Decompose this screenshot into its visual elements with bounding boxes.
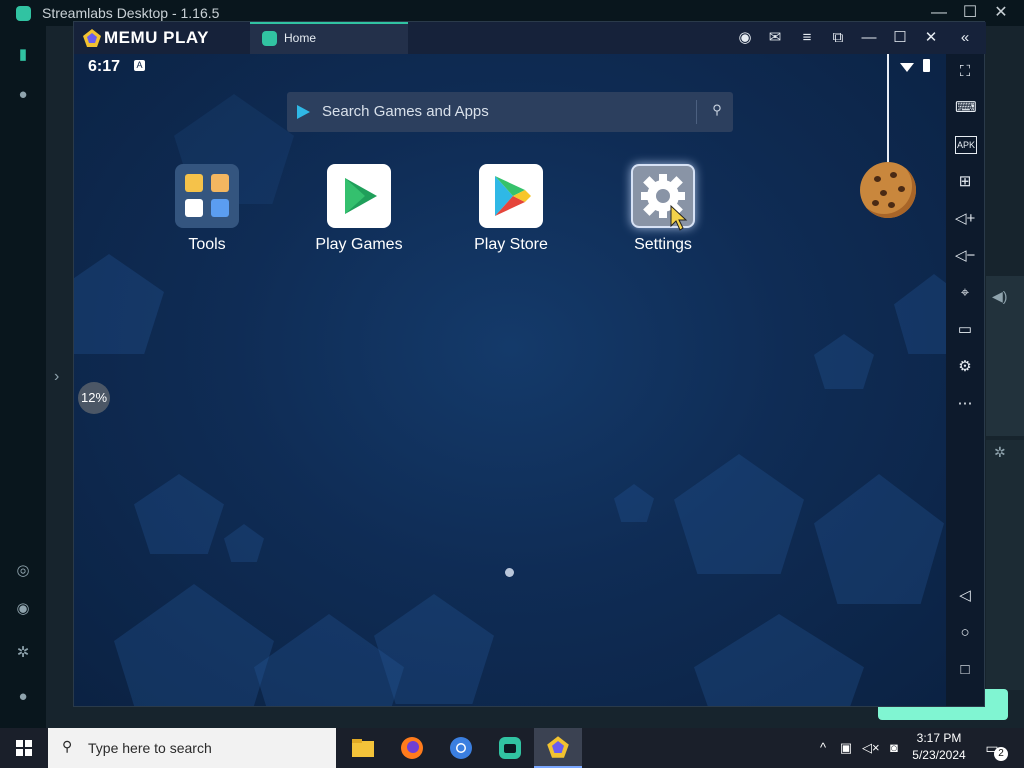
- app-settings[interactable]: Settings: [603, 164, 723, 264]
- memu-titlebar: MEMU PLAY Home ◉ ✉ ≡ ⧉ — ☐ ✕ «: [74, 22, 986, 54]
- tools-folder-icon: [175, 164, 239, 228]
- volume-up-icon[interactable]: ◁+: [955, 209, 975, 229]
- app-play-store[interactable]: Play Store: [451, 164, 571, 264]
- close-icon[interactable]: ✕: [920, 28, 942, 50]
- home-icon[interactable]: ○: [955, 623, 975, 643]
- tab-home[interactable]: Home: [250, 22, 408, 54]
- clock-date: 5/23/2024: [912, 748, 966, 762]
- more-icon[interactable]: ⋯: [955, 394, 975, 414]
- firefox-icon[interactable]: [396, 732, 428, 764]
- account-icon[interactable]: ◉: [734, 28, 756, 50]
- volume-down-icon[interactable]: ◁−: [955, 246, 975, 266]
- meet-now-icon[interactable]: ◙: [886, 740, 902, 756]
- search-icon[interactable]: ⚲: [709, 102, 725, 118]
- volume-muted-icon[interactable]: ◁×: [862, 740, 880, 756]
- status-badge: A: [134, 60, 145, 71]
- memu-side-toolbar: ⛶ ⌨ APK ⊞ ◁+ ◁− ⌖ ▭ ⚙ ⋯ ◁ ○ □: [946, 54, 984, 706]
- streamlabs-close-button[interactable]: ✕: [986, 2, 1016, 24]
- taskbar-search-input[interactable]: Type here to search: [88, 740, 212, 756]
- editor-icon[interactable]: ▮: [14, 46, 32, 64]
- taskbar-clock[interactable]: 3:17 PM 5/23/2024: [904, 730, 974, 764]
- taskbar-search[interactable]: ⚲ Type here to search: [48, 728, 336, 768]
- streamlabs-title: Streamlabs Desktop - 1.16.5: [42, 5, 220, 21]
- apk-icon[interactable]: APK: [955, 136, 977, 154]
- app-tools[interactable]: Tools: [147, 164, 267, 264]
- collapse-icon[interactable]: «: [954, 28, 976, 50]
- panel-settings-icon[interactable]: ✲: [994, 444, 1006, 461]
- recents-icon[interactable]: □: [955, 660, 975, 680]
- multi-window-icon[interactable]: ⧉: [827, 28, 849, 50]
- page-indicator: [505, 568, 514, 577]
- expand-chevron-icon[interactable]: ›: [54, 368, 59, 386]
- app-play-games[interactable]: Play Games: [299, 164, 419, 264]
- app-play-games-label: Play Games: [315, 236, 403, 253]
- chrome-icon[interactable]: [445, 732, 477, 764]
- fullscreen-icon[interactable]: ⛶: [955, 62, 975, 82]
- app-tools-label: Tools: [188, 236, 226, 253]
- settings-gear-icon[interactable]: ✲: [14, 644, 32, 662]
- memu-taskbar-button[interactable]: [534, 728, 582, 768]
- tab-home-label: Home: [284, 31, 317, 45]
- tray-expand-icon[interactable]: ^: [815, 740, 831, 756]
- profile-icon[interactable]: ●: [14, 688, 32, 706]
- memu-taskbar-icon: [547, 736, 569, 758]
- status-time: 6:17: [88, 58, 121, 75]
- clock-time: 3:17 PM: [916, 731, 962, 745]
- settings-icon[interactable]: ⚙: [955, 357, 975, 377]
- app-settings-label: Settings: [634, 236, 692, 253]
- network-icon[interactable]: ▣: [838, 740, 854, 756]
- play-games-icon: [327, 164, 391, 228]
- themes-icon[interactable]: ◉: [14, 600, 32, 618]
- minimize-icon[interactable]: —: [858, 28, 880, 50]
- search-divider: [696, 100, 697, 124]
- home-tab-icon: [262, 31, 277, 46]
- wifi-icon: [900, 63, 914, 72]
- loading-progress: 12%: [78, 382, 110, 414]
- streamlabs-taskbar-icon[interactable]: [494, 732, 526, 764]
- battery-icon: [923, 59, 930, 72]
- menu-icon[interactable]: ≡: [796, 28, 818, 50]
- streamlabs-sidebar: ▮ ● ◎ ◉ ✲ ●: [0, 26, 46, 728]
- location-icon[interactable]: ⌖: [955, 283, 975, 303]
- search-bar[interactable]: Search Games and Apps ⚲: [287, 92, 733, 132]
- play-store-icon: [479, 164, 543, 228]
- file-explorer-icon[interactable]: [347, 732, 379, 764]
- play-store-small-icon: [297, 105, 310, 119]
- windows-taskbar: ⚲ Type here to search ^ ▣ ◁× ◙ 3:17 PM 5…: [0, 728, 1024, 768]
- speaker-icon: ◀): [992, 288, 1008, 304]
- cookie-string: [887, 54, 889, 166]
- back-icon[interactable]: ◁: [955, 586, 975, 606]
- studio-mode-icon[interactable]: ◎: [14, 562, 32, 580]
- android-screen: 6:17 A Search Games and Apps ⚲ Tools Pla…: [74, 54, 946, 706]
- memu-brand: MEMU PLAY: [104, 28, 209, 47]
- app-play-store-label: Play Store: [474, 236, 548, 253]
- memu-logo-icon: [83, 29, 101, 47]
- sources-panel: ✲: [986, 440, 1024, 690]
- cookie-icon[interactable]: [860, 162, 916, 218]
- mixer-panel: ◀): [986, 276, 1024, 436]
- windows-start-icon[interactable]: [0, 728, 48, 768]
- streamlabs-logo-icon: [16, 6, 31, 21]
- mail-icon[interactable]: ✉: [764, 28, 786, 50]
- memu-window: MEMU PLAY Home ◉ ✉ ≡ ⧉ — ☐ ✕ « 6:17 A Se…: [73, 21, 986, 707]
- maximize-icon[interactable]: ☐: [889, 28, 911, 50]
- taskbar-search-icon: ⚲: [62, 738, 73, 754]
- search-input[interactable]: Search Games and Apps: [322, 103, 489, 120]
- keyboard-icon[interactable]: ⌨: [955, 98, 977, 118]
- playback-icon[interactable]: ●: [14, 86, 32, 104]
- notification-count-badge: 2: [994, 747, 1008, 761]
- mouse-cursor-icon: [670, 204, 688, 231]
- add-window-icon[interactable]: ⊞: [955, 172, 975, 192]
- folder-icon[interactable]: ▭: [955, 320, 975, 340]
